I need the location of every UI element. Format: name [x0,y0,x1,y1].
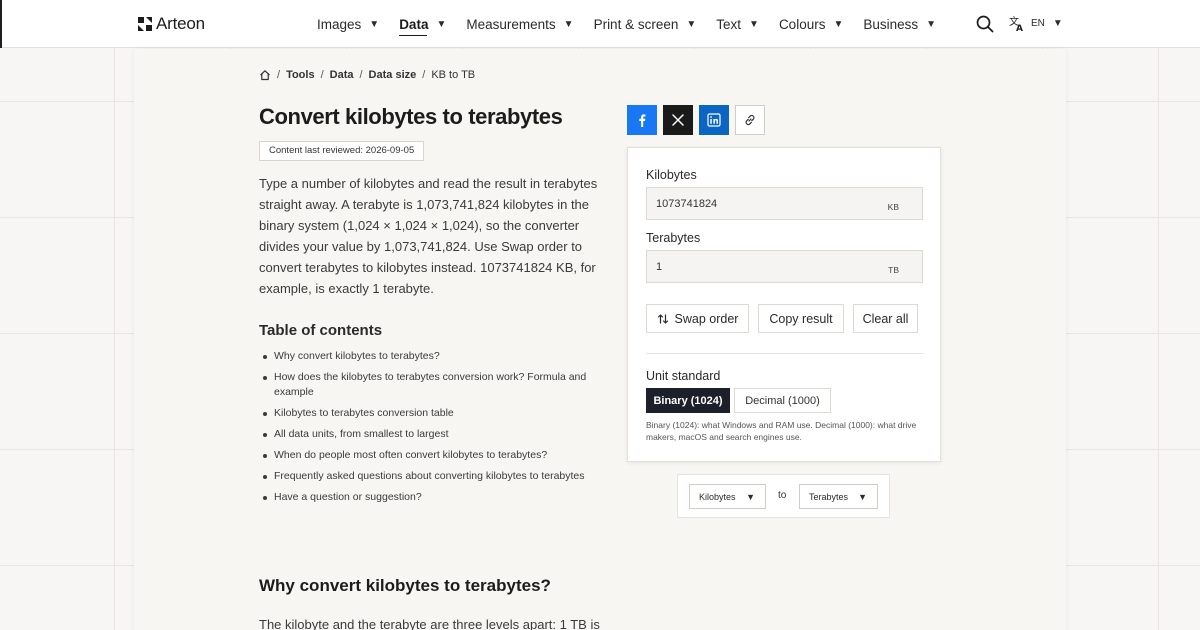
clear-all-button[interactable]: Clear all [853,304,918,333]
terabytes-value: 1 [656,261,663,273]
from-unit-label: Kilobytes [646,168,697,182]
arteon-logo-icon [138,17,152,31]
top-navigation-bar: Arteon Images ▼ Data ▼ Measurements ▼ Pr… [0,0,1200,48]
nav-label: Colours [778,16,826,32]
nav-label: Text [716,16,742,32]
unit-selector-bar: Kilobytes ▼ to Terabytes ▼ [677,474,890,518]
nav-label: Data [399,16,429,32]
toc-item-table[interactable]: Kilobytes to terabytes conversion table [259,406,589,421]
swap-order-label: Swap order [674,311,739,326]
linkedin-icon [707,113,721,127]
brand-logo[interactable]: Arteon [137,14,205,34]
caret-down-icon: ▼ [833,18,844,30]
unit-standard-note: Binary (1024): what Windows and RAM use.… [646,420,917,442]
breadcrumb-tools[interactable]: Tools [286,69,315,81]
to-unit-select[interactable]: Terabytes ▼ [799,484,878,509]
kilobytes-unit: KB [887,202,899,212]
brand-name: Arteon [156,14,205,33]
caret-down-icon: ▼ [436,18,447,30]
converter-card: Kilobytes 1073741824 KB Terabytes 1 TB S… [627,147,941,462]
copy-result-label: Copy result [769,311,833,326]
breadcrumb-home[interactable] [259,69,271,81]
translate-icon: 文 A [1009,15,1023,32]
caret-down-icon: ▼ [369,18,380,30]
nav-item-print-screen[interactable]: Print & screen ▼ [594,0,697,48]
nav-label: Images [317,16,362,32]
breadcrumb-separator: / [422,69,426,81]
toc-item-question[interactable]: Have a question or suggestion? [259,490,589,505]
to-word: to [778,490,787,501]
language-code: EN [1031,18,1045,29]
kilobytes-value: 1073741824 [656,198,718,210]
search-button[interactable] [976,15,994,33]
nav-label: Measurements [466,16,556,32]
caret-down-icon: ▼ [686,18,697,30]
nav-label: Business [863,16,919,32]
breadcrumb-separator: / [359,69,363,81]
toc-item-when[interactable]: When do people most often convert kiloby… [259,448,589,463]
link-icon [745,114,755,126]
terabytes-input[interactable]: 1 TB [646,250,923,283]
x-icon [672,114,684,126]
page-title: Convert kilobytes to terabytes [259,104,563,129]
swap-order-button[interactable]: Swap order [646,304,749,333]
share-buttons [627,105,765,135]
language-switcher[interactable]: 文 A EN ▼ [1009,15,1063,32]
nav-item-colours[interactable]: Colours ▼ [779,0,843,48]
caret-down-icon: ▼ [746,491,755,502]
clear-all-label: Clear all [862,311,909,326]
caret-down-icon: ▼ [749,18,759,30]
nav-label: Print & screen [593,16,679,32]
copy-result-button[interactable]: Copy result [758,304,844,333]
share-x-button[interactable] [663,105,693,135]
caret-down-icon: ▼ [858,491,867,502]
breadcrumb: / Tools / Data / Data size / KB to TB [259,69,475,81]
review-date-badge: Content last reviewed: 2026-09-05 [259,141,425,161]
window-edge [0,0,2,48]
section-paragraph: The kilobyte and the terabyte are three … [259,617,600,630]
facebook-icon [639,114,646,127]
decimal-standard-toggle[interactable]: Decimal (1000) [734,388,831,413]
share-facebook-button[interactable] [627,105,657,135]
swap-icon [657,313,668,324]
terabytes-unit: TB [888,265,899,275]
breadcrumb-data[interactable]: Data [330,69,354,81]
caret-down-icon: ▼ [926,18,937,30]
nav-item-images[interactable]: Images ▼ [317,0,379,48]
binary-standard-toggle[interactable]: Binary (1024) [646,388,730,413]
nav-item-measurements[interactable]: Measurements ▼ [466,0,573,48]
kilobytes-input[interactable]: 1073741824 KB [646,187,923,220]
unit-standard-label: Unit standard [646,369,721,383]
share-linkedin-button[interactable] [699,105,729,135]
nav-item-data[interactable]: Data ▼ [399,0,446,48]
toc-title: Table of contents [259,322,383,339]
to-unit-label: Terabytes [646,231,701,245]
from-unit-select-value: Kilobytes [699,491,736,502]
section-heading: Why convert kilobytes to terabytes? [259,576,551,595]
intro-paragraph: Type a number of kilobytes and read the … [259,176,598,296]
toc-item-all-units[interactable]: All data units, from smallest to largest [259,427,589,442]
nav-item-text[interactable]: Text ▼ [716,0,759,48]
copy-link-button[interactable] [735,105,765,135]
main-nav: Images ▼ Data ▼ Measurements ▼ Print & s… [317,0,956,48]
from-unit-select[interactable]: Kilobytes ▼ [689,484,766,509]
toc-item-formula[interactable]: How does the kilobytes to terabytes conv… [259,370,589,400]
breadcrumb-separator: / [320,69,324,81]
caret-down-icon: ▼ [563,18,574,30]
nav-item-business[interactable]: Business ▼ [863,0,936,48]
card-divider [646,353,923,354]
caret-down-icon: ▼ [1052,18,1063,29]
table-of-contents: Why convert kilobytes to terabytes? How … [259,349,589,511]
breadcrumb-data-size[interactable]: Data size [369,69,417,81]
toc-item-why-convert[interactable]: Why convert kilobytes to terabytes? [259,349,589,364]
home-icon [260,70,270,81]
svg-text:A: A [1016,24,1023,32]
breadcrumb-current: KB to TB [431,69,476,81]
search-icon [976,15,994,33]
to-unit-select-value: Terabytes [809,491,849,502]
breadcrumb-separator: / [277,69,281,81]
toc-item-faq[interactable]: Frequently asked questions about convert… [259,469,589,484]
